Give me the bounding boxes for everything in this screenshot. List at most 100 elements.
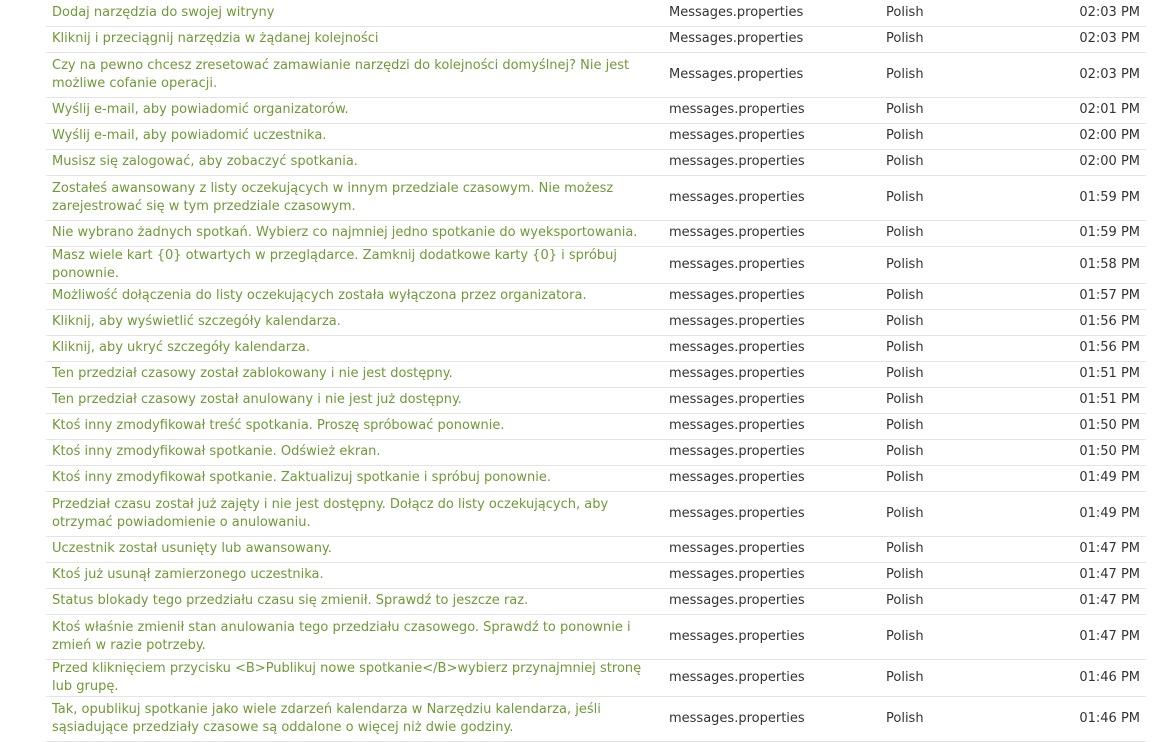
timestamp: 02:00 PM (1079, 154, 1140, 169)
message-link[interactable]: Ktoś inny zmodyfikował spotkanie. Zaktua… (52, 469, 656, 487)
message-link[interactable]: Tak, opublikuj spotkanie jako wiele zdar… (52, 701, 656, 737)
message-cell: Ktoś inny zmodyfikował spotkanie. Odświe… (46, 439, 669, 465)
timestamp: 01:47 PM (1079, 541, 1140, 556)
message-cell: Wyślij e-mail, aby powiadomić uczestnika… (46, 123, 669, 149)
message-link[interactable]: Wyślij e-mail, aby powiadomić organizato… (52, 101, 656, 119)
message-cell: Musisz się zalogować, aby zobaczyć spotk… (46, 149, 669, 175)
message-link[interactable]: Kliknij, aby wyświetlić szczegóły kalend… (52, 313, 656, 331)
file-name: messages.properties (669, 418, 805, 433)
timestamp: 02:00 PM (1079, 128, 1140, 143)
table-row: Ten przedział czasowy został zablokowany… (46, 361, 1146, 387)
language: Polish (886, 470, 924, 485)
message-link[interactable]: Nie wybrano żadnych spotkań. Wybierz co … (52, 224, 656, 242)
table-row: Tak, opublikuj spotkanie jako wiele zdar… (46, 696, 1146, 741)
message-cell: Zostałeś awansowany z listy oczekujących… (46, 175, 669, 220)
table-row: Wyślij e-mail, aby powiadomić uczestnika… (46, 123, 1146, 149)
timestamp: 01:50 PM (1079, 444, 1140, 459)
language: Polish (886, 314, 924, 329)
table-row: Czy na pewno chcesz zresetować zamawiani… (46, 52, 1146, 97)
timestamp: 02:03 PM (1079, 4, 1140, 20)
language: Polish (886, 366, 924, 381)
message-link[interactable]: Kliknij i przeciągnij narzędzia w żądane… (52, 30, 656, 48)
message-link[interactable]: Ktoś inny zmodyfikował spotkanie. Odświe… (52, 443, 656, 461)
file-name: Messages.properties (669, 4, 804, 20)
translations-table: Dodaj narzędzia do swojej witryny Message… (46, 0, 1146, 742)
message-cell: Ktoś już usunął zamierzonego uczestnika. (46, 562, 669, 588)
language: Polish (886, 31, 924, 46)
language: Polish (886, 593, 924, 608)
timestamp: 01:57 PM (1079, 288, 1140, 303)
file-name: messages.properties (669, 154, 805, 169)
timestamp: 01:51 PM (1079, 392, 1140, 407)
message-link[interactable]: Czy na pewno chcesz zresetować zamawiani… (52, 57, 656, 93)
language: Polish (886, 66, 924, 82)
message-link[interactable]: Zostałeś awansowany z listy oczekujących… (52, 180, 656, 216)
message-link[interactable]: Ktoś inny zmodyfikował treść spotkania. … (52, 417, 656, 435)
language: Polish (886, 392, 924, 407)
timestamp: 01:56 PM (1079, 340, 1140, 355)
message-cell: Status blokady tego przedziału czasu się… (46, 588, 669, 614)
message-link[interactable]: Przedział czasu został już zajęty i nie … (52, 496, 656, 532)
timestamp: 01:49 PM (1079, 505, 1140, 521)
table-row: Kliknij i przeciągnij narzędzia w żądane… (46, 26, 1146, 52)
message-link[interactable]: Uczestnik został usunięty lub awansowany… (52, 540, 656, 558)
timestamp: 01:46 PM (1079, 710, 1140, 726)
file-name: messages.properties (669, 628, 805, 644)
message-cell: Ten przedział czasowy został anulowany i… (46, 387, 669, 413)
timestamp: 01:56 PM (1079, 314, 1140, 329)
timestamp: 01:47 PM (1079, 567, 1140, 582)
message-link[interactable]: Ten przedział czasowy został zablokowany… (52, 365, 656, 383)
file-name: messages.properties (669, 593, 805, 608)
language: Polish (886, 189, 924, 205)
language: Polish (886, 669, 924, 685)
message-cell: Kliknij i przeciągnij narzędzia w żądane… (46, 26, 669, 52)
language: Polish (886, 225, 924, 240)
file-name: messages.properties (669, 541, 805, 556)
language: Polish (886, 154, 924, 169)
timestamp: 01:51 PM (1079, 366, 1140, 381)
message-link[interactable]: Wyślij e-mail, aby powiadomić uczestnika… (52, 127, 656, 145)
language: Polish (886, 418, 924, 433)
translations-table-body: Dodaj narzędzia do swojej witryny Message… (46, 0, 1146, 741)
timestamp: 01:59 PM (1079, 189, 1140, 205)
message-cell: Przedział czasu został już zajęty i nie … (46, 491, 669, 536)
translations-list: Dodaj narzędzia do swojej witryny Message… (46, 0, 1146, 742)
message-link[interactable]: Musisz się zalogować, aby zobaczyć spotk… (52, 153, 656, 171)
table-row: Ktoś inny zmodyfikował spotkanie. Odświe… (46, 439, 1146, 465)
file-name: messages.properties (669, 340, 805, 355)
language: Polish (886, 505, 924, 521)
language: Polish (886, 256, 924, 272)
file-name: Messages.properties (669, 31, 804, 46)
file-name: messages.properties (669, 366, 805, 381)
timestamp: 01:58 PM (1079, 256, 1140, 272)
table-row: Ten przedział czasowy został anulowany i… (46, 387, 1146, 413)
message-link[interactable]: Możliwość dołączenia do listy oczekujący… (52, 287, 656, 305)
message-link[interactable]: Dodaj narzędzia do swojej witryny (52, 4, 656, 22)
message-link[interactable]: Ten przedział czasowy został anulowany i… (52, 391, 656, 409)
table-row: Ktoś inny zmodyfikował spotkanie. Zaktua… (46, 465, 1146, 491)
timestamp: 01:47 PM (1079, 628, 1140, 644)
message-link[interactable]: Masz wiele kart {0} otwartych w przegląd… (52, 247, 656, 283)
message-link[interactable]: Kliknij, aby ukryć szczegóły kalendarza. (52, 339, 656, 357)
table-row: Ktoś już usunął zamierzonego uczestnika.… (46, 562, 1146, 588)
language: Polish (886, 541, 924, 556)
message-cell: Tak, opublikuj spotkanie jako wiele zdar… (46, 696, 669, 741)
timestamp: 02:03 PM (1079, 66, 1140, 82)
language: Polish (886, 340, 924, 355)
file-name: messages.properties (669, 314, 805, 329)
message-link[interactable]: Ktoś właśnie zmienił stan anulowania teg… (52, 619, 656, 655)
message-link[interactable]: Ktoś już usunął zamierzonego uczestnika. (52, 566, 656, 584)
timestamp: 01:49 PM (1079, 470, 1140, 485)
message-cell: Wyślij e-mail, aby powiadomić organizato… (46, 97, 669, 123)
file-name: messages.properties (669, 288, 805, 303)
timestamp: 02:03 PM (1079, 31, 1140, 46)
language: Polish (886, 710, 924, 726)
message-cell: Ten przedział czasowy został zablokowany… (46, 361, 669, 387)
message-cell: Masz wiele kart {0} otwartych w przegląd… (46, 246, 669, 283)
message-link[interactable]: Przed kliknięciem przycisku <B>Publikuj … (52, 660, 656, 696)
file-name: Messages.properties (669, 66, 804, 82)
table-row: Nie wybrano żadnych spotkań. Wybierz co … (46, 220, 1146, 246)
timestamp: 01:47 PM (1079, 593, 1140, 608)
message-link[interactable]: Status blokady tego przedziału czasu się… (52, 592, 656, 610)
message-cell: Kliknij, aby ukryć szczegóły kalendarza. (46, 335, 669, 361)
